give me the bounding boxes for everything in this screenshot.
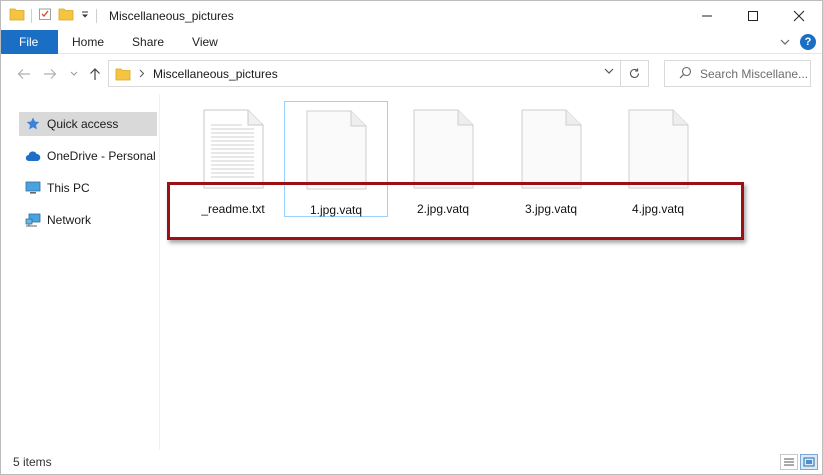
close-button[interactable] bbox=[776, 1, 822, 30]
details-view-button[interactable] bbox=[780, 454, 798, 470]
minimize-button[interactable] bbox=[684, 1, 730, 30]
file-list-view: _readme.txt 1.jpg.vatq 2.jpg.vatq 3.jpg.… bbox=[161, 94, 822, 450]
ribbon-tabs: File Home Share View ? bbox=[1, 29, 822, 54]
blank-document-icon bbox=[520, 109, 582, 189]
tab-home[interactable]: Home bbox=[58, 30, 118, 54]
sidebar-item-label: Quick access bbox=[47, 117, 119, 131]
minimize-icon bbox=[702, 15, 712, 16]
tab-share[interactable]: Share bbox=[118, 30, 178, 54]
view-toggle bbox=[780, 454, 818, 470]
sidebar-item-this-pc[interactable]: This PC bbox=[19, 176, 157, 200]
ribbon-right-controls: ? bbox=[780, 30, 816, 54]
recent-locations-button[interactable] bbox=[65, 65, 83, 83]
network-icon bbox=[25, 212, 41, 228]
refresh-button[interactable] bbox=[621, 60, 649, 87]
toolbar-divider bbox=[96, 8, 97, 23]
search-icon bbox=[679, 66, 692, 82]
sidebar-item-label: This PC bbox=[47, 181, 90, 195]
back-arrow-icon bbox=[17, 69, 30, 79]
back-button[interactable] bbox=[15, 65, 33, 83]
star-icon bbox=[25, 116, 41, 132]
cloud-icon bbox=[25, 148, 41, 164]
close-icon bbox=[793, 10, 805, 21]
title-bar: Miscellaneous_pictures bbox=[1, 1, 822, 30]
tab-file[interactable]: File bbox=[1, 29, 58, 54]
up-arrow-icon bbox=[90, 68, 100, 80]
blank-document-icon bbox=[305, 110, 367, 190]
forward-button[interactable] bbox=[41, 65, 59, 83]
new-folder-icon[interactable] bbox=[58, 7, 74, 24]
breadcrumb-chevron-icon[interactable] bbox=[139, 67, 145, 81]
maximize-button[interactable] bbox=[730, 1, 776, 30]
folder-icon bbox=[9, 7, 25, 24]
large-icons-view-button[interactable] bbox=[800, 454, 818, 470]
navigation-pane: Quick access OneDrive - Personal This PC… bbox=[1, 94, 160, 450]
navigation-bar: Miscellaneous_pictures Search Miscellane… bbox=[1, 54, 822, 94]
quick-access-toolbar bbox=[9, 7, 97, 24]
item-count: 5 items bbox=[13, 455, 52, 469]
sidebar-item-label: Network bbox=[47, 213, 92, 227]
blank-document-icon bbox=[412, 109, 474, 189]
toolbar-divider bbox=[31, 8, 32, 23]
forward-arrow-icon bbox=[44, 69, 57, 79]
sidebar-item-label: OneDrive - Personal bbox=[47, 149, 156, 163]
status-bar: 5 items bbox=[1, 450, 822, 474]
blank-document-icon bbox=[627, 109, 689, 189]
window-controls bbox=[684, 1, 822, 30]
search-input[interactable]: Search Miscellane... bbox=[664, 60, 811, 87]
sidebar-item-quick-access[interactable]: Quick access bbox=[19, 112, 157, 136]
folder-icon bbox=[115, 67, 131, 81]
address-bar[interactable]: Miscellaneous_pictures bbox=[108, 60, 621, 87]
refresh-icon bbox=[629, 68, 640, 78]
maximize-icon bbox=[748, 10, 758, 21]
annotation-highlight-box bbox=[167, 182, 744, 240]
sidebar-item-network[interactable]: Network bbox=[19, 208, 157, 232]
window-title: Miscellaneous_pictures bbox=[109, 8, 234, 23]
monitor-icon bbox=[25, 180, 41, 196]
search-placeholder: Search Miscellane... bbox=[700, 66, 809, 81]
details-view-icon bbox=[784, 458, 794, 466]
chevron-down-icon bbox=[70, 71, 78, 76]
large-icons-view-icon bbox=[803, 457, 815, 467]
up-button[interactable] bbox=[86, 65, 104, 83]
tab-view[interactable]: View bbox=[178, 30, 232, 54]
sidebar-item-onedrive[interactable]: OneDrive - Personal bbox=[19, 144, 157, 168]
help-button[interactable]: ? bbox=[800, 34, 816, 50]
expand-ribbon-icon[interactable] bbox=[780, 35, 790, 49]
breadcrumb-path[interactable]: Miscellaneous_pictures bbox=[153, 67, 278, 81]
address-dropdown-icon[interactable] bbox=[604, 66, 614, 78]
explorer-window: Miscellaneous_pictures File Home Share V… bbox=[0, 0, 823, 475]
customize-toolbar-icon[interactable] bbox=[80, 9, 90, 23]
text-document-icon bbox=[202, 109, 264, 189]
properties-icon[interactable] bbox=[38, 7, 52, 24]
